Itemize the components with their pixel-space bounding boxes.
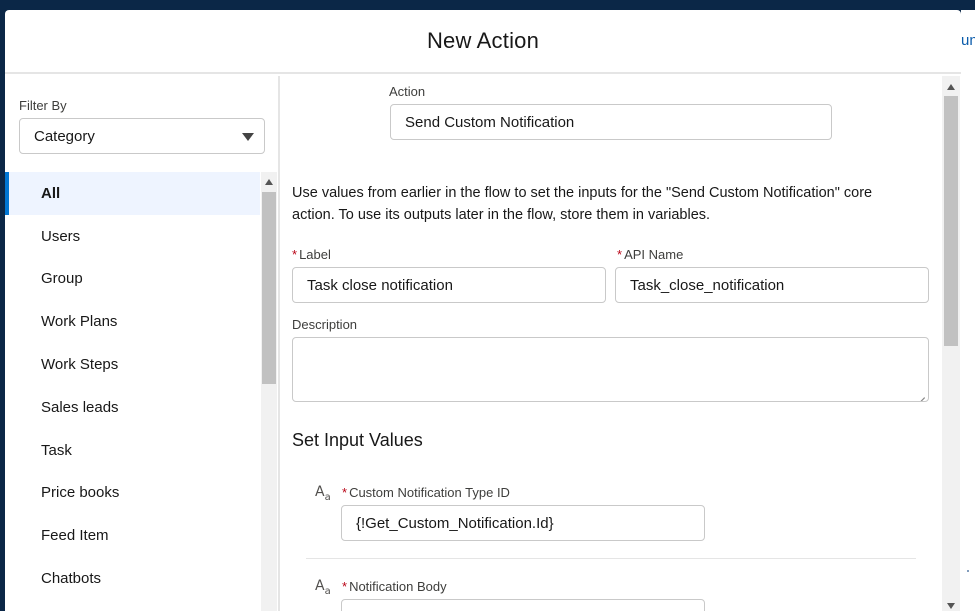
- text-type-icon: Aa: [315, 578, 331, 597]
- new-action-modal: New Action Filter By Category All Users …: [5, 10, 961, 611]
- notification-type-id-input[interactable]: {!Get_Custom_Notification.Id}: [341, 505, 705, 541]
- page-backdrop: [0, 0, 975, 10]
- label-field-label-text: Label: [299, 247, 331, 262]
- notification-type-id-label: * Custom Notification Type ID: [342, 485, 510, 500]
- config-panel-scrollbar[interactable]: [942, 76, 960, 611]
- filter-by-select[interactable]: Category: [19, 118, 265, 154]
- description-label: Description: [292, 317, 358, 332]
- category-item-label: Work Plans: [41, 313, 118, 331]
- action-label: Action: [389, 84, 426, 99]
- field-divider: [306, 558, 916, 559]
- required-marker: *: [342, 485, 348, 500]
- action-field[interactable]: Send Custom Notification: [390, 104, 832, 140]
- label-input[interactable]: Task close notification: [292, 267, 606, 303]
- required-marker: *: [617, 247, 623, 262]
- category-item-price-books[interactable]: Price books: [5, 472, 260, 515]
- text-type-icon: Aa: [315, 484, 331, 503]
- set-input-values-heading: Set Input Values: [292, 430, 423, 450]
- category-item-group[interactable]: Group: [5, 258, 260, 301]
- category-item-label: Work Steps: [41, 356, 119, 374]
- category-item-work-plans[interactable]: Work Plans: [5, 300, 260, 343]
- label-field-label: * Label: [292, 247, 331, 262]
- notification-body-label: * Notification Body: [342, 579, 447, 594]
- action-field-value: Send Custom Notification: [405, 113, 575, 131]
- category-list: All Users Group Work Plans Work Steps Sa…: [5, 172, 260, 611]
- required-marker: *: [342, 579, 348, 594]
- scroll-down-arrow-icon[interactable]: [947, 603, 955, 609]
- scrollbar-thumb[interactable]: [262, 192, 276, 384]
- category-item-all[interactable]: All: [5, 172, 260, 215]
- api-name-field-label: * API Name: [617, 247, 683, 262]
- notification-body-label-text: Notification Body: [349, 579, 447, 594]
- notification-type-id-value: {!Get_Custom_Notification.Id}: [356, 514, 554, 532]
- api-name-field-label-text: API Name: [624, 247, 684, 262]
- action-config-panel: Action Send Custom Notification Use valu…: [282, 76, 961, 611]
- category-item-label: Price books: [41, 484, 120, 502]
- category-filter-panel: Filter By Category All Users Group Work …: [5, 76, 280, 611]
- scroll-up-arrow-icon[interactable]: [265, 179, 273, 185]
- background-link-text: un: [961, 32, 975, 49]
- scroll-up-arrow-icon[interactable]: [947, 84, 955, 90]
- notification-type-id-label-text: Custom Notification Type ID: [349, 485, 510, 500]
- required-marker: *: [292, 247, 298, 262]
- api-name-input-value: Task_close_notification: [630, 276, 785, 294]
- category-item-feed-item[interactable]: Feed Item: [5, 514, 260, 557]
- category-item-label: Sales leads: [41, 398, 119, 416]
- label-input-value: Task close notification: [307, 276, 453, 294]
- category-item-label: Group: [41, 270, 83, 288]
- category-item-chatbots[interactable]: Chatbots: [5, 557, 260, 600]
- modal-title: New Action: [426, 28, 540, 53]
- scrollbar-thumb[interactable]: [944, 96, 958, 346]
- category-item-label: Chatbots: [41, 570, 102, 588]
- category-item-label: Task: [41, 441, 72, 459]
- category-item-label: Feed Item: [41, 527, 109, 545]
- filter-by-selected-value: Category: [34, 127, 95, 145]
- category-item-sales-leads[interactable]: Sales leads: [5, 386, 260, 429]
- category-item-users[interactable]: Users: [5, 215, 260, 258]
- category-list-scrollbar[interactable]: [261, 172, 277, 611]
- description-textarea[interactable]: [292, 337, 929, 402]
- filter-by-label: Filter By: [19, 98, 67, 113]
- api-name-input[interactable]: Task_close_notification: [615, 267, 929, 303]
- category-item-label: Users: [41, 227, 81, 245]
- resize-handle-icon[interactable]: [917, 390, 925, 398]
- modal-header: New Action: [5, 10, 961, 74]
- category-item-label: All: [41, 184, 61, 202]
- background-dot: [967, 570, 969, 572]
- background-page-peek: un: [961, 10, 975, 611]
- chevron-down-icon: [242, 133, 254, 141]
- category-item-task[interactable]: Task: [5, 429, 260, 472]
- category-item-work-steps[interactable]: Work Steps: [5, 343, 260, 386]
- notification-body-input[interactable]: [341, 599, 705, 611]
- help-text: Use values from earlier in the flow to s…: [292, 185, 873, 223]
